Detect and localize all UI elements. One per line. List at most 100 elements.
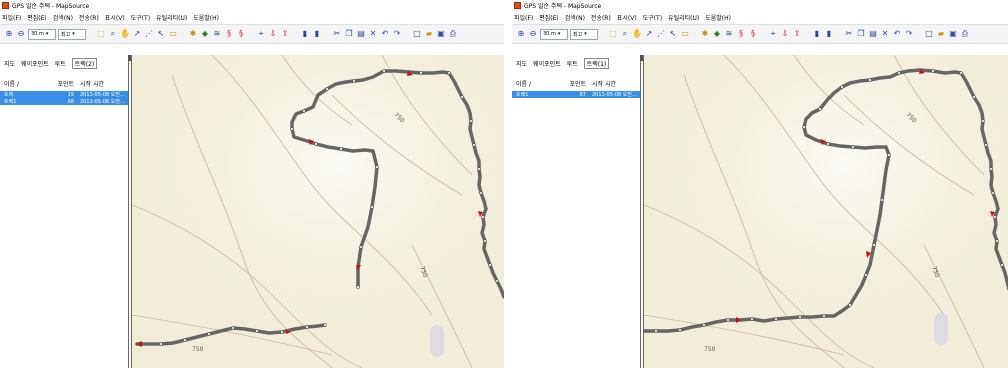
redo-icon[interactable]: ↷ bbox=[392, 29, 402, 39]
track-row[interactable]: 트랙1 87 2013-05-08 오전… bbox=[512, 91, 640, 98]
column-points[interactable]: 포인트 bbox=[556, 79, 592, 88]
select-tool-icon[interactable]: ⬚ bbox=[608, 29, 618, 39]
delete-icon[interactable]: ✕ bbox=[368, 29, 378, 39]
menu-help[interactable]: 도움말(H) bbox=[705, 13, 731, 22]
track-row[interactable]: 트랙 19 2013-05-08 오전… bbox=[0, 91, 128, 98]
detail-select[interactable]: 최고 ▾ bbox=[58, 28, 86, 40]
new-file-icon[interactable]: □ bbox=[924, 29, 934, 39]
undo-icon[interactable]: ↶ bbox=[892, 29, 902, 39]
waypoint-icon[interactable]: ✱ bbox=[188, 29, 198, 39]
measure-icon[interactable]: ▭ bbox=[168, 29, 178, 39]
zoom-out-icon[interactable]: ⊖ bbox=[528, 29, 538, 39]
tab-maps[interactable]: 지도 bbox=[516, 59, 527, 68]
device-send-icon[interactable]: ▮ bbox=[824, 29, 834, 39]
tab-routes[interactable]: 루트 bbox=[567, 59, 578, 68]
open-file-icon[interactable]: ▰ bbox=[424, 29, 434, 39]
column-name[interactable]: 이름 / bbox=[0, 79, 44, 88]
zoom-tool-icon[interactable]: ⌕ bbox=[108, 29, 118, 39]
pointer-icon[interactable]: ↖ bbox=[668, 29, 678, 39]
route-tool-icon[interactable]: ↗ bbox=[644, 29, 654, 39]
column-name[interactable]: 이름 / bbox=[512, 79, 556, 88]
menu-find[interactable]: 검색(N) bbox=[565, 13, 585, 22]
filter-icon[interactable]: ≋ bbox=[724, 29, 734, 39]
hand-tool-icon[interactable]: ✋ bbox=[632, 29, 642, 39]
tab-waypoints[interactable]: 웨이포인트 bbox=[533, 59, 561, 68]
split-track-icon[interactable]: § bbox=[748, 29, 758, 39]
menu-file[interactable]: 파일(F) bbox=[514, 13, 533, 22]
map-canvas[interactable]: 750 750 750 bbox=[644, 55, 1008, 368]
join-track-icon[interactable]: § bbox=[736, 29, 746, 39]
redo-icon[interactable]: ↷ bbox=[904, 29, 914, 39]
tab-waypoints[interactable]: 웨이포인트 bbox=[21, 59, 49, 68]
receive-icon[interactable]: ⇩ bbox=[268, 29, 278, 39]
find-icon[interactable]: ⌖ bbox=[256, 29, 266, 39]
zoom-in-icon[interactable]: ⊕ bbox=[516, 29, 526, 39]
device-receive-icon[interactable]: ▮ bbox=[300, 29, 310, 39]
device-send-icon[interactable]: ▮ bbox=[312, 29, 322, 39]
join-track-icon[interactable]: § bbox=[224, 29, 234, 39]
cut-icon[interactable]: ✂ bbox=[844, 29, 854, 39]
menu-edit[interactable]: 편집(E) bbox=[539, 13, 559, 22]
map-icon[interactable]: ◆ bbox=[200, 29, 210, 39]
paste-icon[interactable]: ▤ bbox=[868, 29, 878, 39]
tab-routes[interactable]: 루트 bbox=[55, 59, 66, 68]
tab-tracks[interactable]: 트랙(1) bbox=[583, 57, 610, 69]
print-icon[interactable]: ⎙ bbox=[448, 29, 458, 39]
undo-icon[interactable]: ↶ bbox=[380, 29, 390, 39]
new-file-icon[interactable]: □ bbox=[412, 29, 422, 39]
track-tool-icon[interactable]: ⋰ bbox=[144, 29, 154, 39]
copy-icon[interactable]: ❐ bbox=[344, 29, 354, 39]
zoom-select[interactable]: 30 m ▾ bbox=[540, 28, 568, 40]
menu-view[interactable]: 표시(V) bbox=[105, 13, 125, 22]
route-tool-icon[interactable]: ↗ bbox=[132, 29, 142, 39]
filter-icon[interactable]: ≋ bbox=[212, 29, 222, 39]
menu-tools[interactable]: 도구(T) bbox=[131, 13, 150, 22]
track-tool-icon[interactable]: ⋰ bbox=[656, 29, 666, 39]
split-track-icon[interactable]: § bbox=[236, 29, 246, 39]
map-view[interactable]: 750 750 750 bbox=[643, 55, 1008, 368]
waypoint-icon[interactable]: ✱ bbox=[700, 29, 710, 39]
zoom-select[interactable]: 30 m ▾ bbox=[28, 28, 56, 40]
zoom-tool-icon[interactable]: ⌕ bbox=[620, 29, 630, 39]
pointer-icon[interactable]: ↖ bbox=[156, 29, 166, 39]
menu-edit[interactable]: 편집(E) bbox=[27, 13, 47, 22]
menu-view[interactable]: 표시(V) bbox=[617, 13, 637, 22]
map-canvas[interactable]: 750 750 750 bbox=[132, 55, 504, 368]
open-file-icon[interactable]: ▰ bbox=[936, 29, 946, 39]
device-receive-icon[interactable]: ▮ bbox=[812, 29, 822, 39]
column-start-time[interactable]: 시작 시간 bbox=[592, 79, 640, 88]
menu-help[interactable]: 도움말(H) bbox=[193, 13, 219, 22]
print-icon[interactable]: ⎙ bbox=[960, 29, 970, 39]
map-icon[interactable]: ◆ bbox=[712, 29, 722, 39]
menu-transfer[interactable]: 전송(R) bbox=[591, 13, 611, 22]
send-icon[interactable]: ⇧ bbox=[280, 29, 290, 39]
tab-maps[interactable]: 지도 bbox=[4, 59, 15, 68]
track-row[interactable]: 트랙1 68 2013-05-08 오전… bbox=[0, 98, 128, 105]
zoom-out-icon[interactable]: ⊖ bbox=[16, 29, 26, 39]
find-icon[interactable]: ⌖ bbox=[768, 29, 778, 39]
map-view[interactable]: 750 750 750 bbox=[131, 55, 504, 368]
receive-icon[interactable]: ⇩ bbox=[780, 29, 790, 39]
menu-transfer[interactable]: 전송(R) bbox=[79, 13, 99, 22]
cut-icon[interactable]: ✂ bbox=[332, 29, 342, 39]
detail-select[interactable]: 최고 ▾ bbox=[570, 28, 598, 40]
map-scroll-indicator[interactable] bbox=[430, 325, 444, 357]
save-icon[interactable]: ▣ bbox=[948, 29, 958, 39]
save-icon[interactable]: ▣ bbox=[436, 29, 446, 39]
measure-icon[interactable]: ▭ bbox=[680, 29, 690, 39]
column-points[interactable]: 포인트 bbox=[44, 79, 80, 88]
send-icon[interactable]: ⇧ bbox=[792, 29, 802, 39]
hand-tool-icon[interactable]: ✋ bbox=[120, 29, 130, 39]
copy-icon[interactable]: ❐ bbox=[856, 29, 866, 39]
menu-find[interactable]: 검색(N) bbox=[53, 13, 73, 22]
select-tool-icon[interactable]: ⬚ bbox=[96, 29, 106, 39]
column-start-time[interactable]: 시작 시간 bbox=[80, 79, 128, 88]
menu-tools[interactable]: 도구(T) bbox=[643, 13, 662, 22]
map-scroll-indicator[interactable] bbox=[934, 313, 948, 345]
delete-icon[interactable]: ✕ bbox=[880, 29, 890, 39]
menu-utilities[interactable]: 유틸리티(U) bbox=[156, 13, 187, 22]
paste-icon[interactable]: ▤ bbox=[356, 29, 366, 39]
menu-utilities[interactable]: 유틸리티(U) bbox=[668, 13, 699, 22]
tab-tracks[interactable]: 트랙(2) bbox=[71, 57, 98, 69]
menu-file[interactable]: 파일(F) bbox=[2, 13, 21, 22]
